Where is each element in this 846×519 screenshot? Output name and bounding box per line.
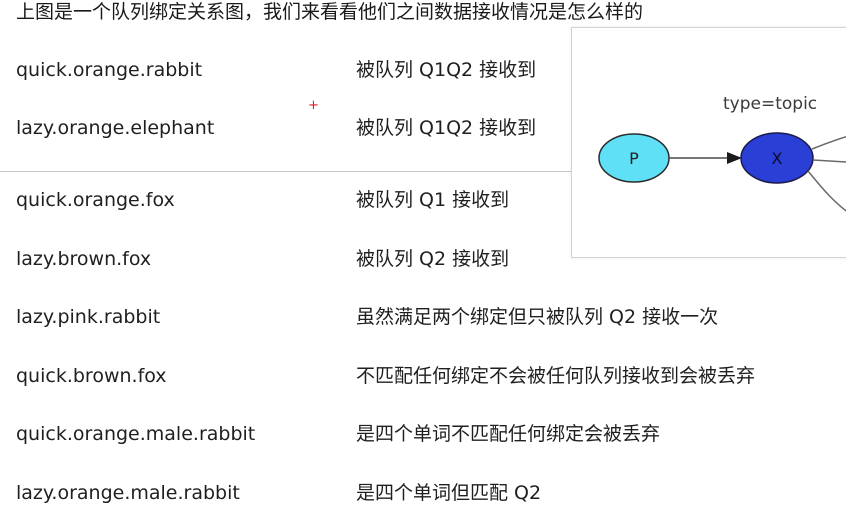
routing-result: 虽然满足两个绑定但只被队列 Q2 接收一次 xyxy=(356,306,719,328)
routing-key: quick.brown.fox xyxy=(16,365,167,387)
routing-result: 被队列 Q2 接收到 xyxy=(356,248,510,270)
routing-result: 是四个单词但匹配 Q2 xyxy=(356,482,542,504)
page-heading: 上图是一个队列绑定关系图，我们来看看他们之间数据接收情况是怎么样的 xyxy=(16,1,644,23)
list-item: lazy.orange.male.rabbit 是四个单词但匹配 Q2 xyxy=(0,478,846,508)
routing-result: 被队列 Q1Q2 接收到 xyxy=(356,59,537,81)
binding-edge-q1 xyxy=(811,135,846,150)
routing-result: 被队列 Q1 接收到 xyxy=(356,189,510,211)
diagram-canvas: type=topic P X xyxy=(598,94,846,212)
binding-edge-q2 xyxy=(812,159,846,163)
producer-label: P xyxy=(629,149,639,168)
routing-key: quick.orange.rabbit xyxy=(16,59,203,81)
exchange-label: X xyxy=(772,149,783,168)
list-item: lazy.pink.rabbit 虽然满足两个绑定但只被队列 Q2 接收一次 xyxy=(0,302,846,332)
routing-key: quick.orange.male.rabbit xyxy=(16,423,256,445)
binding-edge-q2-lazy xyxy=(807,170,846,212)
list-item: quick.brown.fox 不匹配任何绑定不会被任何队列接收到会被丢弃 xyxy=(0,361,846,391)
routing-result: 被队列 Q1Q2 接收到 xyxy=(356,117,537,139)
routing-key: quick.orange.fox xyxy=(16,189,175,211)
routing-result: 不匹配任何绑定不会被任何队列接收到会被丢弃 xyxy=(356,365,756,387)
arrow-head-icon xyxy=(727,152,742,164)
routing-result: 是四个单词不匹配任何绑定会被丢弃 xyxy=(356,423,661,445)
routing-key: lazy.orange.male.rabbit xyxy=(16,482,240,504)
cursor-crosshair-icon: + xyxy=(308,98,319,113)
routing-key: lazy.orange.elephant xyxy=(16,117,215,139)
exchange-type-label: type=topic xyxy=(723,94,817,114)
list-item: quick.orange.male.rabbit 是四个单词不匹配任何绑定会被丢… xyxy=(0,419,846,449)
routing-key: lazy.pink.rabbit xyxy=(16,306,161,328)
routing-key: lazy.brown.fox xyxy=(16,248,152,270)
topic-exchange-diagram: type=topic P X xyxy=(571,27,846,258)
